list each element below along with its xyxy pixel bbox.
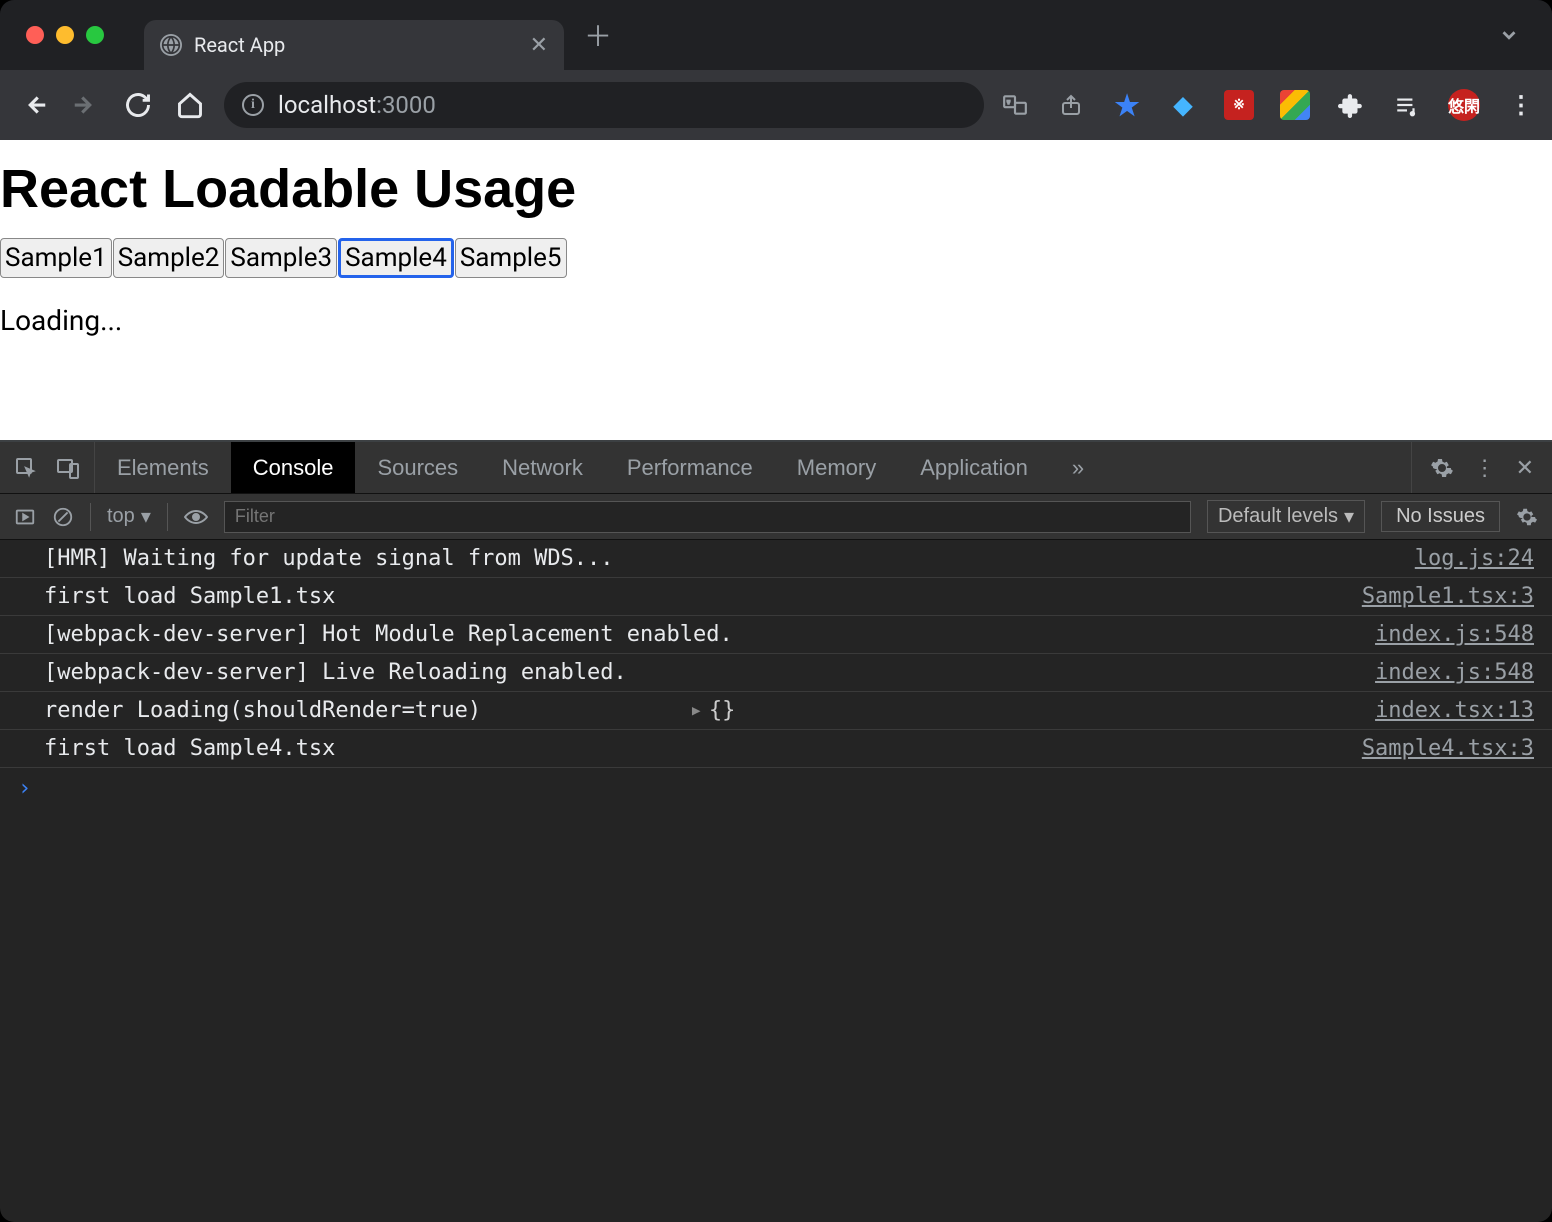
console-message: [HMR] Waiting for update signal from WDS…: [44, 546, 1415, 571]
sample-button-4[interactable]: Sample4: [338, 238, 454, 278]
loading-text: Loading...: [0, 290, 1552, 337]
media-control-icon[interactable]: [1392, 90, 1422, 120]
devtools-tab-elements[interactable]: Elements: [95, 442, 231, 493]
console-row: first load Sample1.tsxSample1.tsx:3: [0, 578, 1552, 616]
globe-icon: [160, 34, 182, 56]
titlebar: React App ✕ ＋: [0, 0, 1552, 70]
toolbar-actions: ★ ◆ ※ 悠閑 ⋮: [1000, 89, 1536, 121]
url-port: :3000: [376, 91, 436, 119]
devtools-tabbar: ElementsConsoleSourcesNetworkPerformance…: [0, 442, 1552, 494]
devtools-left-controls: [0, 442, 95, 493]
console-source-link[interactable]: index.js:548: [1375, 660, 1534, 685]
console-object[interactable]: {}: [709, 698, 736, 723]
console-source-link[interactable]: index.tsx:13: [1375, 698, 1534, 723]
browser-window: React App ✕ ＋ i localhost:3000: [0, 0, 1552, 1222]
bookmark-star-icon[interactable]: ★: [1112, 90, 1142, 120]
colors-extension-icon[interactable]: [1280, 90, 1310, 120]
console-row: [webpack-dev-server] Live Reloading enab…: [0, 654, 1552, 692]
console-source-link[interactable]: log.js:24: [1415, 546, 1534, 571]
sample-button-5[interactable]: Sample5: [455, 238, 567, 278]
devtools-menu-icon[interactable]: ⋮: [1474, 455, 1496, 481]
console-prompt[interactable]: ›: [0, 768, 1552, 809]
console-source-link[interactable]: Sample1.tsx:3: [1362, 584, 1534, 609]
translate-icon[interactable]: [1000, 90, 1030, 120]
device-toolbar-icon[interactable]: [56, 456, 80, 480]
devtools-tab-console[interactable]: Console: [231, 442, 356, 493]
console-filter-input[interactable]: [224, 501, 1191, 533]
diamond-extension-icon[interactable]: ◆: [1168, 90, 1198, 120]
console-sidebar-toggle-icon[interactable]: [14, 506, 36, 528]
profile-avatar[interactable]: 悠閑: [1448, 89, 1480, 121]
expand-object-icon[interactable]: ▸: [690, 698, 703, 723]
console-message: first load Sample4.tsx: [44, 736, 1362, 761]
console-output: [HMR] Waiting for update signal from WDS…: [0, 540, 1552, 1222]
console-source-link[interactable]: Sample4.tsx:3: [1362, 736, 1534, 761]
window-close-icon[interactable]: [26, 26, 44, 44]
console-message: first load Sample1.tsx: [44, 584, 1362, 609]
console-message: render Loading(shouldRender=true): [44, 698, 684, 723]
back-button[interactable]: [16, 87, 52, 123]
devtools-tab-performance[interactable]: Performance: [605, 442, 775, 493]
live-expression-icon[interactable]: [184, 509, 208, 525]
console-settings-icon[interactable]: [1516, 506, 1538, 528]
browser-toolbar: i localhost:3000 ★ ◆ ※ 悠閑 ⋮: [0, 70, 1552, 140]
sample-button-1[interactable]: Sample1: [0, 238, 112, 278]
console-row: [HMR] Waiting for update signal from WDS…: [0, 540, 1552, 578]
devtools-more-tabs[interactable]: »: [1050, 442, 1106, 493]
sample-button-2[interactable]: Sample2: [113, 238, 225, 278]
devtools-tab-sources[interactable]: Sources: [355, 442, 480, 493]
page-heading: React Loadable Usage: [0, 140, 1552, 226]
page-content: React Loadable Usage Sample1Sample2Sampl…: [0, 140, 1552, 440]
site-info-icon[interactable]: i: [242, 94, 264, 116]
close-tab-icon[interactable]: ✕: [530, 33, 548, 58]
console-row: [webpack-dev-server] Hot Module Replacem…: [0, 616, 1552, 654]
forward-button[interactable]: [68, 87, 104, 123]
context-selector[interactable]: top ▾: [107, 504, 151, 529]
url-text: localhost:3000: [278, 91, 436, 119]
extensions-icon[interactable]: [1336, 90, 1366, 120]
devtools-tab-network[interactable]: Network: [480, 442, 605, 493]
chrome-menu-icon[interactable]: ⋮: [1506, 90, 1536, 120]
window-maximize-icon[interactable]: [86, 26, 104, 44]
log-levels-selector[interactable]: Default levels ▾: [1207, 500, 1365, 533]
home-button[interactable]: [172, 87, 208, 123]
console-filter-bar: top ▾ Default levels ▾ No Issues: [0, 494, 1552, 540]
console-row: render Loading(shouldRender=true)▸{} inde…: [0, 692, 1552, 730]
window-minimize-icon[interactable]: [56, 26, 74, 44]
browser-tab[interactable]: React App ✕: [144, 20, 564, 70]
sample-button-row: Sample1Sample2Sample3Sample4Sample5: [0, 226, 1552, 290]
issues-button[interactable]: No Issues: [1381, 501, 1500, 532]
address-bar[interactable]: i localhost:3000: [224, 82, 984, 128]
devtools-settings-icon[interactable]: [1430, 456, 1454, 480]
console-source-link[interactable]: index.js:548: [1375, 622, 1534, 647]
devtools-tab-application[interactable]: Application: [898, 442, 1050, 493]
red-extension-icon[interactable]: ※: [1224, 90, 1254, 120]
new-tab-button[interactable]: ＋: [584, 15, 612, 55]
devtools-right-controls: ⋮ ✕: [1411, 442, 1552, 493]
devtools-close-icon[interactable]: ✕: [1516, 455, 1534, 481]
console-message: [webpack-dev-server] Hot Module Replacem…: [44, 622, 1375, 647]
url-host: localhost: [278, 91, 376, 119]
devtools-tab-memory[interactable]: Memory: [775, 442, 898, 493]
console-message: [webpack-dev-server] Live Reloading enab…: [44, 660, 1375, 685]
reload-button[interactable]: [120, 87, 156, 123]
clear-console-icon[interactable]: [52, 506, 74, 528]
console-row: first load Sample4.tsxSample4.tsx:3: [0, 730, 1552, 768]
inspect-element-icon[interactable]: [14, 456, 38, 480]
devtools-panel: ElementsConsoleSourcesNetworkPerformance…: [0, 440, 1552, 1222]
window-controls: [26, 26, 104, 44]
sample-button-3[interactable]: Sample3: [225, 238, 337, 278]
share-icon[interactable]: [1056, 90, 1086, 120]
tab-title: React App: [194, 33, 285, 57]
tab-dropdown-icon[interactable]: [1498, 24, 1540, 46]
